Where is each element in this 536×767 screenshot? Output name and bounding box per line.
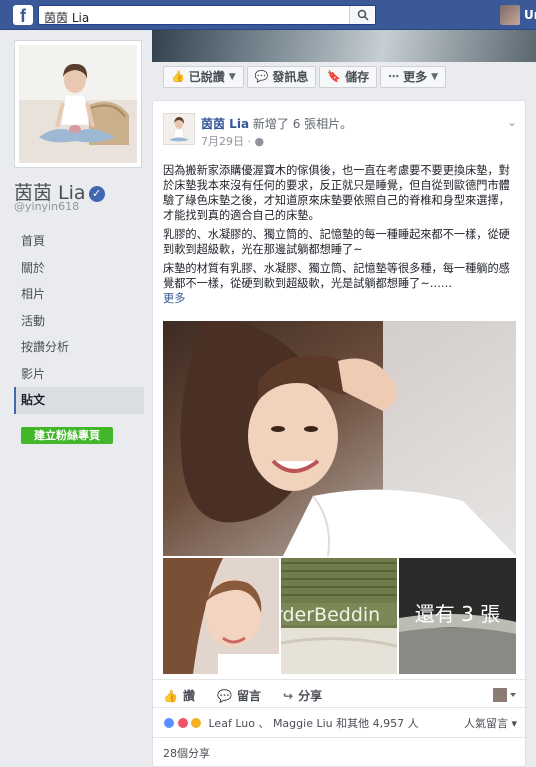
post-paragraph-3: 床墊的材質有乳膠、水凝膠、獨立筒、記憶墊等很多種，每一種躺的感覺都不一樣，從硬到…	[163, 262, 510, 305]
chevron-down-icon: ▾	[511, 717, 517, 730]
share-as-avatar-icon[interactable]	[493, 687, 517, 703]
user-avatar[interactable]	[500, 5, 520, 25]
share-button[interactable]: ↪ 分享	[283, 687, 322, 704]
post-header: 茵茵 Lia 新增了 6 張相片。	[201, 115, 352, 132]
page-nav: 首頁 關於 相片 活動 按讚分析 影片 貼文	[14, 228, 144, 414]
liked-button[interactable]: 👍 已說讚 ▼	[163, 66, 244, 88]
chevron-down-icon: ▼	[228, 72, 236, 82]
search-input[interactable]: 茵茵 Lia	[38, 5, 376, 25]
nav-item-videos[interactable]: 影片	[14, 361, 144, 388]
reaction-names: Leaf Luo 、 Maggie Liu 和其他 4,957 人	[208, 717, 419, 730]
nav-item-home[interactable]: 首頁	[14, 228, 144, 255]
save-button[interactable]: 🔖 儲存	[319, 66, 378, 88]
chevron-down-icon: ▼	[431, 72, 439, 82]
profile-picture[interactable]	[14, 40, 142, 168]
post-author[interactable]: 茵茵 Lia	[201, 117, 249, 131]
post-action-text: 新增了 6 張相片。	[252, 117, 353, 131]
post-photo-main[interactable]	[163, 321, 516, 556]
post-avatar[interactable]	[163, 113, 195, 145]
divider	[153, 707, 527, 708]
post-photo-thumb-2[interactable]: rderBeddin	[281, 558, 397, 674]
more-photos-overlay[interactable]: 還有 3 張	[399, 598, 516, 627]
search-icon	[357, 9, 369, 21]
user-name[interactable]: Ur	[524, 8, 536, 22]
verified-badge-icon: ✓	[88, 186, 105, 202]
cover-photo	[152, 30, 536, 62]
bookmark-icon: 🔖	[327, 70, 342, 83]
post-photo-thumb-3[interactable]: 還有 3 張	[399, 558, 516, 674]
page-handle[interactable]: @yinyin618	[14, 200, 79, 213]
top-comments-dropdown[interactable]: 人氣留言 ▾	[464, 715, 517, 731]
thumbs-up-icon: 👍	[163, 689, 178, 703]
page-actions: 👍 已說讚 ▼ 💬 發訊息 🔖 儲存 ⋯ 更多 ▼	[163, 66, 449, 88]
divider	[153, 737, 527, 738]
post-paragraph-1: 因為搬新家添購優渥寶木的傢俱後，也一直在考慮要不要更換床墊，對於床墊我本來沒有任…	[163, 164, 510, 222]
love-reaction-icon	[176, 717, 189, 729]
nav-item-about[interactable]: 關於	[14, 255, 144, 282]
post-photo-thumb-1[interactable]	[163, 558, 279, 674]
more-icon: ⋯	[388, 70, 400, 83]
search-value: 茵茵 Lia	[44, 11, 90, 25]
like-button[interactable]: 👍 讚	[163, 687, 195, 704]
post-date[interactable]: 7月29日 · ●	[201, 133, 264, 149]
search-button[interactable]	[349, 6, 375, 24]
reaction-summary[interactable]: Leaf Luo 、 Maggie Liu 和其他 4,957 人 人氣留言 ▾	[163, 715, 517, 731]
post-options-chevron-icon[interactable]: ⌄	[507, 115, 517, 129]
haha-reaction-icon	[190, 717, 202, 729]
thumb-brand-text: rderBeddin	[281, 604, 380, 626]
nav-item-events[interactable]: 活動	[14, 308, 144, 335]
post-body: 因為搬新家添購優渥寶木的傢俱後，也一直在考慮要不要更換床墊，對於床墊我本來沒有任…	[163, 163, 517, 310]
post-card: 茵茵 Lia 新增了 6 張相片。 7月29日 · ● ⌄ 因為搬新家添購優渥寶…	[152, 100, 527, 767]
post-paragraph-2: 乳膠的、水凝膠的、獨立筒的、記憶墊的每一種睡起來都不一樣，從硬到軟到超級軟，光在…	[163, 228, 510, 256]
like-reaction-icon	[163, 717, 175, 729]
nav-item-likes[interactable]: 按讚分析	[14, 334, 144, 361]
comment-icon: 💬	[217, 689, 232, 703]
share-icon: ↪	[283, 689, 294, 703]
thumbs-up-icon: 👍	[171, 70, 185, 83]
comment-button[interactable]: 💬 留言	[217, 687, 261, 704]
see-more-link[interactable]: 更多	[163, 292, 185, 305]
create-page-button[interactable]: 建立粉絲專頁	[21, 427, 113, 444]
nav-item-posts[interactable]: 貼文	[14, 387, 144, 414]
divider	[153, 679, 527, 680]
share-count[interactable]: 28個分享	[163, 745, 210, 761]
globe-icon: ●	[254, 135, 265, 148]
message-icon: 💬	[254, 70, 269, 83]
facebook-logo[interactable]: f	[13, 5, 33, 25]
post-action-bar: 👍 讚 💬 留言 ↪ 分享	[163, 687, 517, 705]
top-bar: f 茵茵 Lia Ur	[0, 0, 536, 30]
message-button[interactable]: 💬 發訊息	[246, 66, 317, 88]
nav-item-photos[interactable]: 相片	[14, 281, 144, 308]
more-button[interactable]: ⋯ 更多 ▼	[380, 66, 447, 88]
